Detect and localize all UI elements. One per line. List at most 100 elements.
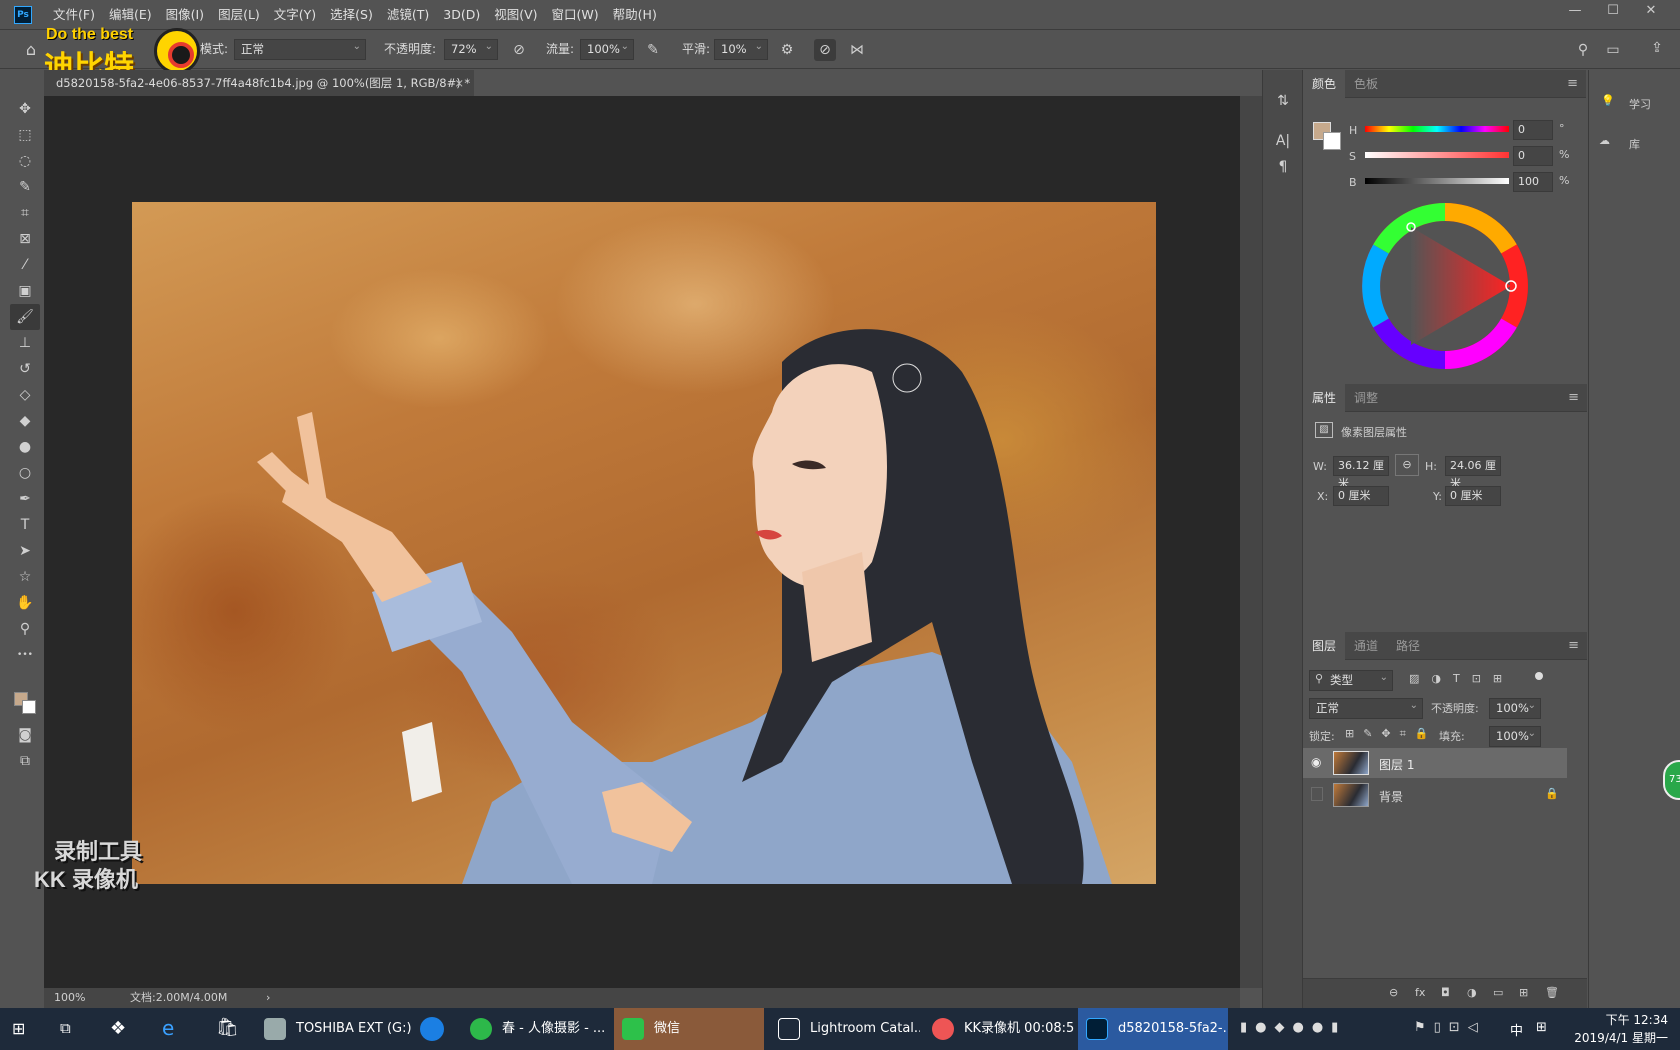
smooth-input[interactable]: 10%	[714, 37, 768, 60]
tray-icons[interactable]: ▮●◆●●▮	[1240, 1020, 1346, 1035]
taskbar-wechat[interactable]: 微信	[614, 1008, 764, 1050]
character-icon[interactable]: A|	[1268, 128, 1298, 154]
color-bg-swatch[interactable]	[1323, 132, 1341, 150]
tab-channels[interactable]: 通道	[1345, 632, 1387, 660]
quick-select-tool-icon[interactable]: ✎	[10, 174, 40, 200]
close-tab-icon[interactable]: ×	[454, 70, 464, 96]
library-icon[interactable]: ☁	[1599, 134, 1610, 147]
menu-window[interactable]: 窗口(W)	[545, 0, 606, 30]
color-wheel[interactable]	[1361, 202, 1529, 370]
b-input[interactable]: 100	[1513, 172, 1553, 192]
opacity-input[interactable]: 72%	[444, 37, 498, 60]
history-icon[interactable]: ⇅	[1268, 88, 1298, 114]
tab-color[interactable]: 颜色	[1303, 70, 1346, 98]
type-tool-icon[interactable]: T	[10, 512, 40, 538]
vertical-scrollbar[interactable]	[1240, 96, 1262, 988]
flow-input[interactable]: 100%	[580, 37, 634, 60]
eyedropper-tool-icon[interactable]: ⁄	[10, 252, 40, 278]
hue-slider[interactable]	[1365, 126, 1509, 132]
paint-bucket-tool-icon[interactable]: ◆	[10, 408, 40, 434]
fill-input[interactable]: 100%	[1489, 724, 1541, 747]
keyboard-icon[interactable]: ⊞	[1536, 1020, 1547, 1035]
screen-mode-icon[interactable]: ⧉	[10, 748, 40, 774]
edge-icon[interactable]: e	[162, 1016, 174, 1040]
zoom-level[interactable]: 100%	[54, 988, 85, 1008]
filter-icons[interactable]: ▨◑T⊡⊞	[1409, 672, 1514, 685]
folder-icon[interactable]: ▭	[1493, 986, 1503, 999]
patch-tool-icon[interactable]: ▣	[10, 278, 40, 304]
ime-indicator[interactable]: 中	[1510, 1020, 1523, 1039]
tab-layers[interactable]: 图层	[1303, 632, 1346, 660]
dodge-tool-icon[interactable]: ○	[10, 460, 40, 486]
taskbar-browser[interactable]: 春 - 人像摄影 - ...	[462, 1008, 612, 1050]
taskbar-lightroom[interactable]: Lightroom Catal...	[770, 1008, 920, 1050]
fx-icon[interactable]: fx	[1415, 986, 1425, 999]
color-panel-menu-icon[interactable]: ≡	[1567, 70, 1578, 98]
minimize-button[interactable]: —	[1556, 0, 1594, 24]
windows-start-icon[interactable]: ⊞	[12, 1019, 32, 1039]
filter-toggle-icon[interactable]	[1535, 672, 1543, 680]
side-badge[interactable]: 73	[1663, 760, 1680, 800]
symmetry-icon[interactable]: ⋈	[846, 39, 868, 61]
tab-swatches[interactable]: 色板	[1345, 70, 1387, 98]
mask-icon[interactable]: ◘	[1441, 986, 1450, 999]
document-tab[interactable]: d5820158-5fa2-4e06-8537-7ff4a48fc1b4.jpg…	[44, 70, 474, 96]
h-input[interactable]: 0	[1513, 120, 1553, 140]
maximize-button[interactable]: ☐	[1594, 0, 1632, 24]
airbrush-icon[interactable]: ✎	[642, 39, 664, 61]
workspace-icon[interactable]: ▭	[1602, 39, 1624, 61]
pressure-size-icon[interactable]: ⊘	[814, 39, 836, 61]
app-icon-1[interactable]: ❖	[110, 1018, 126, 1039]
crop-tool-icon[interactable]: ⌗	[10, 200, 40, 226]
s-input[interactable]: 0	[1513, 146, 1553, 166]
visibility-eye-icon[interactable]: ◉	[1311, 755, 1321, 769]
document-image[interactable]	[132, 202, 1156, 884]
browser-icon[interactable]	[420, 1017, 444, 1041]
marquee-tool-icon[interactable]: ⬚	[10, 122, 40, 148]
lightbulb-icon[interactable]: 💡	[1601, 94, 1615, 107]
taskbar-kk-recorder[interactable]: KK录像机 00:08:53	[924, 1008, 1074, 1050]
background-color-swatch[interactable]	[22, 700, 36, 714]
menu-select[interactable]: 选择(S)	[323, 0, 380, 30]
taskbar-photoshop[interactable]: d5820158-5fa2-...	[1078, 1008, 1228, 1050]
hand-tool-icon[interactable]: ✋	[10, 590, 40, 616]
tab-properties[interactable]: 属性	[1303, 384, 1346, 412]
task-view-icon[interactable]: ⧉	[60, 1019, 71, 1037]
trash-icon[interactable]: 🗑	[1545, 986, 1559, 999]
layer1-name[interactable]: 图层 1	[1379, 756, 1414, 773]
link-layers-icon[interactable]: ⊖	[1389, 986, 1398, 999]
zoom-tool-icon[interactable]: ⚲	[10, 616, 40, 642]
x-input[interactable]: 0 厘米	[1333, 486, 1389, 506]
history-brush-tool-icon[interactable]: ↺	[10, 356, 40, 382]
frame-tool-icon[interactable]: ⊠	[10, 226, 40, 252]
close-button[interactable]: ✕	[1632, 0, 1670, 24]
path-select-tool-icon[interactable]: ➤	[10, 538, 40, 564]
pressure-opacity-icon[interactable]: ⊘	[508, 39, 530, 61]
system-icons[interactable]: ⚑▯⊡◁	[1414, 1020, 1486, 1035]
adjustment-icon[interactable]: ◑	[1467, 986, 1477, 999]
gear-icon[interactable]: ⚙	[776, 39, 798, 61]
new-layer-icon[interactable]: ⊞	[1519, 986, 1528, 999]
properties-panel-menu-icon[interactable]: ≡	[1568, 384, 1579, 412]
background-name[interactable]: 背景	[1379, 788, 1403, 805]
lock-icons[interactable]: ⊞✎✥⌗🔒	[1345, 727, 1438, 741]
learn-label[interactable]: 学习	[1629, 96, 1651, 112]
taskbar-toshiba[interactable]: TOSHIBA EXT (G:)	[256, 1008, 426, 1050]
saturation-slider[interactable]	[1365, 152, 1509, 158]
layers-panel-menu-icon[interactable]: ≡	[1568, 632, 1579, 660]
menu-layer[interactable]: 图层(L)	[211, 0, 267, 30]
menu-filter[interactable]: 滤镜(T)	[380, 0, 436, 30]
layer-row-layer1[interactable]: ◉ 图层 1	[1303, 748, 1567, 778]
shape-tool-icon[interactable]: ☆	[10, 564, 40, 590]
menu-view[interactable]: 视图(V)	[487, 0, 544, 30]
menu-type[interactable]: 文字(Y)	[267, 0, 323, 30]
quick-mask-icon[interactable]: ◙	[10, 722, 40, 748]
status-arrow-icon[interactable]: ›	[266, 988, 270, 1008]
search-icon[interactable]: ⚲	[1572, 39, 1594, 61]
layer-blend-select[interactable]: 正常	[1309, 696, 1423, 719]
paragraph-icon[interactable]: ¶	[1268, 154, 1298, 180]
height-input[interactable]: 24.06 厘米	[1445, 456, 1501, 490]
library-label[interactable]: 库	[1629, 136, 1640, 152]
pen-tool-icon[interactable]: ✒	[10, 486, 40, 512]
brush-tool-icon[interactable]: 🖌	[10, 304, 40, 330]
